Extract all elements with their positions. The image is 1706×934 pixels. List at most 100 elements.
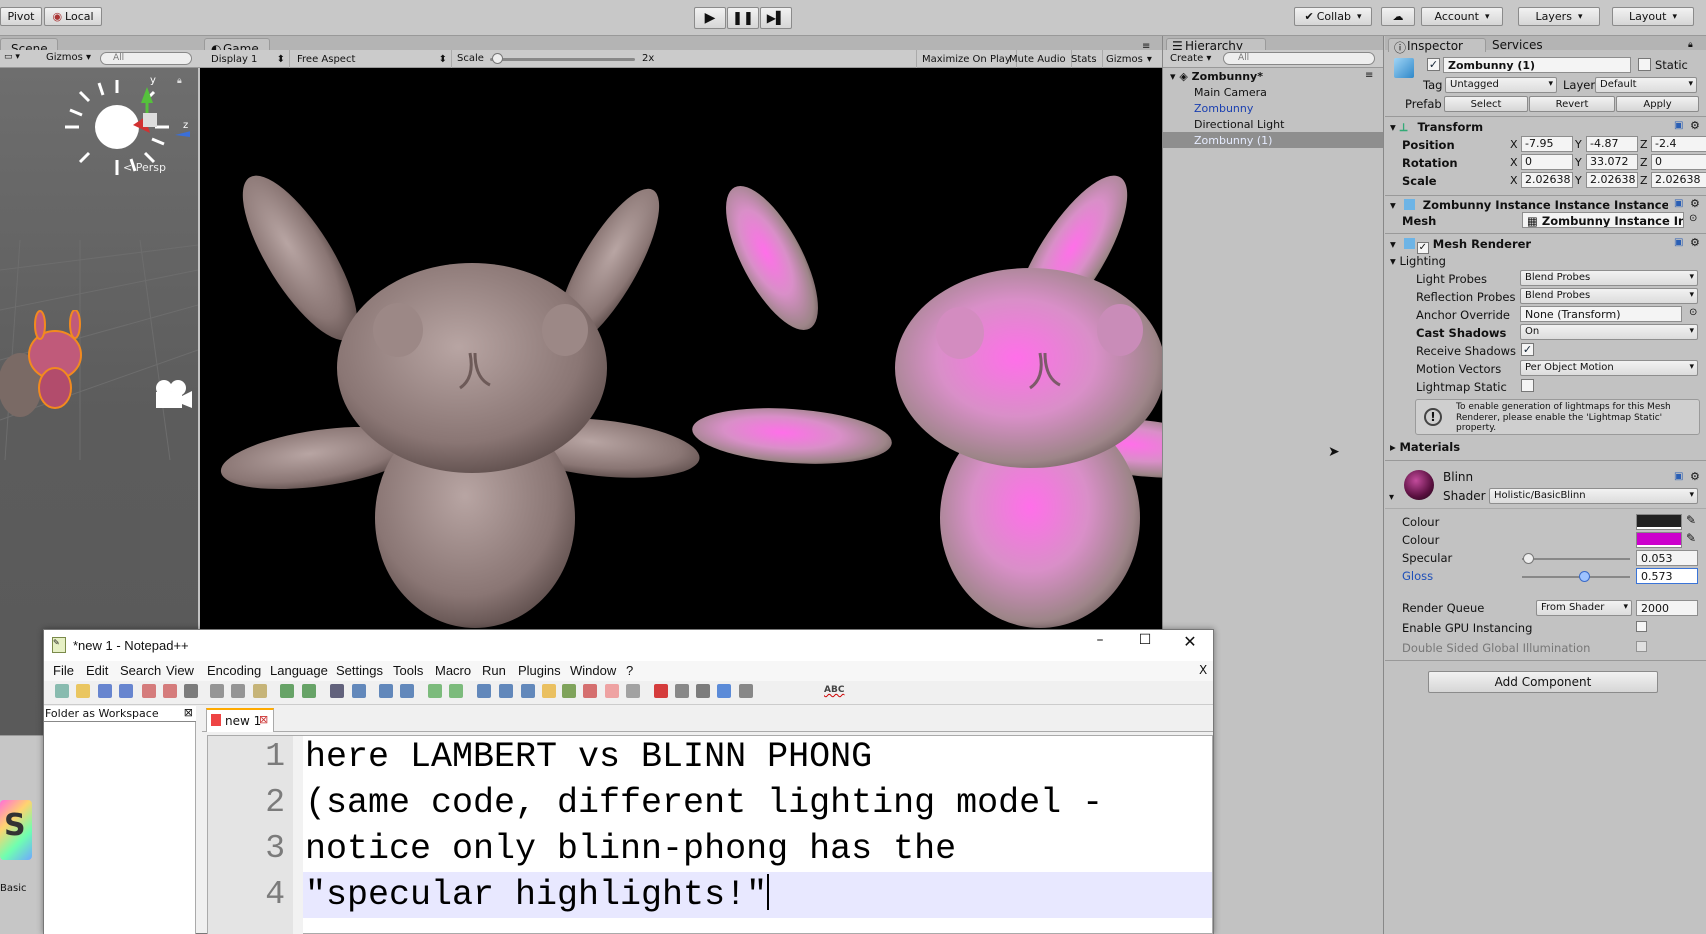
pause-button[interactable]: ❚❚	[727, 7, 759, 29]
tab-inspector[interactable]: ⓘ Inspector	[1388, 38, 1486, 55]
show-all-chars-icon[interactable]	[499, 684, 513, 698]
lightmap-static-checkbox[interactable]	[1521, 379, 1534, 392]
menu-item-view[interactable]: View	[166, 663, 194, 678]
menu-item-language[interactable]: Language	[270, 663, 328, 678]
function-list-icon[interactable]	[583, 684, 597, 698]
scale-x-field[interactable]: 2.02638	[1521, 172, 1573, 188]
document-map-icon[interactable]	[562, 684, 576, 698]
menu-item-macro[interactable]: Macro	[435, 663, 471, 678]
hierarchy-create-button[interactable]: Create ▾	[1170, 53, 1211, 64]
cast-shadows-dropdown[interactable]: On	[1520, 324, 1698, 340]
cloud-button[interactable]: ☁	[1381, 7, 1415, 26]
mesh-renderer-enabled-checkbox[interactable]: ✓	[1416, 242, 1429, 254]
maximize-button[interactable]: ☐	[1130, 632, 1160, 656]
prefab-revert-button[interactable]: Revert	[1529, 96, 1615, 112]
gloss-slider[interactable]	[1522, 571, 1630, 582]
component-help-icon[interactable]: ▣	[1674, 471, 1683, 482]
scene-lock-icon[interactable]: 🔒︎	[177, 76, 182, 86]
scene-gizmos-dropdown[interactable]: Gizmos ▾	[46, 52, 91, 63]
zoom-out-icon[interactable]	[400, 684, 414, 698]
copy-icon[interactable]	[231, 684, 245, 698]
mesh-filter-header[interactable]: ▾ Zombunny Instance Instance Instance	[1390, 198, 1668, 212]
menu-item-settings[interactable]: Settings	[336, 663, 383, 678]
paste-icon[interactable]	[253, 684, 267, 698]
component-help-icon[interactable]: ▣	[1674, 237, 1683, 248]
sync-horizontal-icon[interactable]	[449, 684, 463, 698]
layers-button[interactable]: Layers	[1518, 7, 1600, 26]
save-icon[interactable]	[98, 684, 112, 698]
hierarchy-item-zombunny-1[interactable]: Zombunny (1)	[1163, 132, 1383, 148]
record-macro-icon[interactable]	[654, 684, 668, 698]
anchor-override-field[interactable]: None (Transform)	[1520, 306, 1682, 322]
menu-item-encoding[interactable]: Encoding	[207, 663, 261, 678]
hierarchy-scene-menu-icon[interactable]: ≡	[1365, 70, 1373, 81]
scene-camera-dropdown[interactable]: ▭ ▾	[4, 52, 34, 66]
component-help-icon[interactable]: ▣	[1674, 198, 1683, 209]
find-icon[interactable]	[330, 684, 344, 698]
game-gizmos-dropdown[interactable]: Gizmos ▾	[1101, 50, 1157, 68]
menu-item-search[interactable]: Search	[120, 663, 161, 678]
specular-field[interactable]: 0.053	[1636, 550, 1698, 566]
layer-dropdown[interactable]: Default	[1595, 77, 1697, 93]
menu-item-window[interactable]: Window	[570, 663, 616, 678]
close-icon[interactable]: ⊠	[259, 713, 268, 726]
materials-foldout[interactable]: ▸ Materials	[1390, 440, 1460, 454]
hierarchy-item-main-camera[interactable]: Main Camera	[1194, 86, 1267, 99]
display-dropdown[interactable]: Display 1 ⬍	[206, 50, 290, 68]
static-checkbox[interactable]	[1638, 58, 1651, 71]
word-wrap-icon[interactable]	[477, 684, 491, 698]
sync-vertical-icon[interactable]	[428, 684, 442, 698]
colour1-swatch[interactable]	[1636, 514, 1682, 530]
play-macro-icon[interactable]	[696, 684, 710, 698]
gear-icon[interactable]: ⚙	[1690, 236, 1700, 249]
gear-icon[interactable]: ⚙	[1690, 197, 1700, 210]
scene-search-input[interactable]: All	[100, 52, 192, 65]
hierarchy-item-zombunny[interactable]: Zombunny	[1194, 102, 1253, 115]
lighting-foldout[interactable]: ▾ Lighting	[1390, 254, 1446, 268]
gloss-field[interactable]: 0.573	[1636, 568, 1698, 584]
stop-macro-icon[interactable]	[675, 684, 689, 698]
user-language-icon[interactable]	[542, 684, 556, 698]
position-x-field[interactable]: -7.95	[1521, 136, 1573, 152]
rotation-y-field[interactable]: 33.072	[1586, 154, 1638, 170]
undo-icon[interactable]	[280, 684, 294, 698]
tab-new1[interactable]: new 1 ⊠	[206, 708, 274, 732]
motion-vectors-dropdown[interactable]: Per Object Motion	[1520, 360, 1698, 376]
mesh-field[interactable]: ▦ Zombunny Instance Instance	[1522, 212, 1684, 228]
menu-item-file[interactable]: File	[53, 663, 74, 678]
save-all-icon[interactable]	[119, 684, 133, 698]
new-file-icon[interactable]	[55, 684, 69, 698]
collapse-arrow-icon[interactable]: ▾	[1389, 492, 1394, 503]
specular-slider-thumb[interactable]	[1522, 553, 1534, 564]
menu-item-help[interactable]: ?	[626, 663, 633, 678]
minimize-button[interactable]: –	[1085, 632, 1115, 656]
open-file-icon[interactable]	[76, 684, 90, 698]
component-help-icon[interactable]: ▣	[1674, 120, 1683, 131]
transform-header[interactable]: ▾ ⟂ Transform	[1390, 120, 1483, 135]
add-component-button[interactable]: Add Component	[1428, 671, 1658, 693]
active-checkbox[interactable]: ✓	[1427, 58, 1440, 71]
tag-dropdown[interactable]: Untagged	[1445, 77, 1557, 93]
mesh-renderer-header[interactable]: ▾ ✓ Mesh Renderer	[1390, 237, 1531, 254]
scale-slider[interactable]	[490, 53, 635, 64]
zoom-in-icon[interactable]	[379, 684, 393, 698]
play-button[interactable]: ▶	[694, 7, 726, 29]
save-macro-icon[interactable]	[739, 684, 753, 698]
eyedropper-icon[interactable]: ✎	[1686, 513, 1696, 527]
rotation-z-field[interactable]: 0	[1651, 154, 1706, 170]
spellcheck-icon[interactable]: ABC	[824, 685, 844, 695]
account-button[interactable]: Account	[1421, 7, 1503, 26]
local-button[interactable]: ◉ Local	[44, 7, 102, 26]
menu-item-tools[interactable]: Tools	[393, 663, 423, 678]
inspector-lock-icon[interactable]: 🔒︎	[1688, 40, 1693, 50]
shader-dropdown[interactable]: Holistic/BasicBlinn	[1489, 488, 1698, 504]
gear-icon[interactable]: ⚙	[1690, 470, 1700, 483]
step-button[interactable]: ▶▌	[760, 7, 792, 29]
mute-audio-toggle[interactable]: Mute Audio	[1004, 50, 1072, 68]
indent-guide-icon[interactable]	[521, 684, 535, 698]
layout-button[interactable]: Layout	[1612, 7, 1694, 26]
aspect-dropdown[interactable]: Free Aspect ⬍	[292, 50, 452, 68]
pivot-button[interactable]: Pivot	[0, 7, 42, 26]
render-queue-dropdown[interactable]: From Shader	[1536, 600, 1632, 616]
close-button[interactable]: ✕	[1175, 632, 1205, 656]
